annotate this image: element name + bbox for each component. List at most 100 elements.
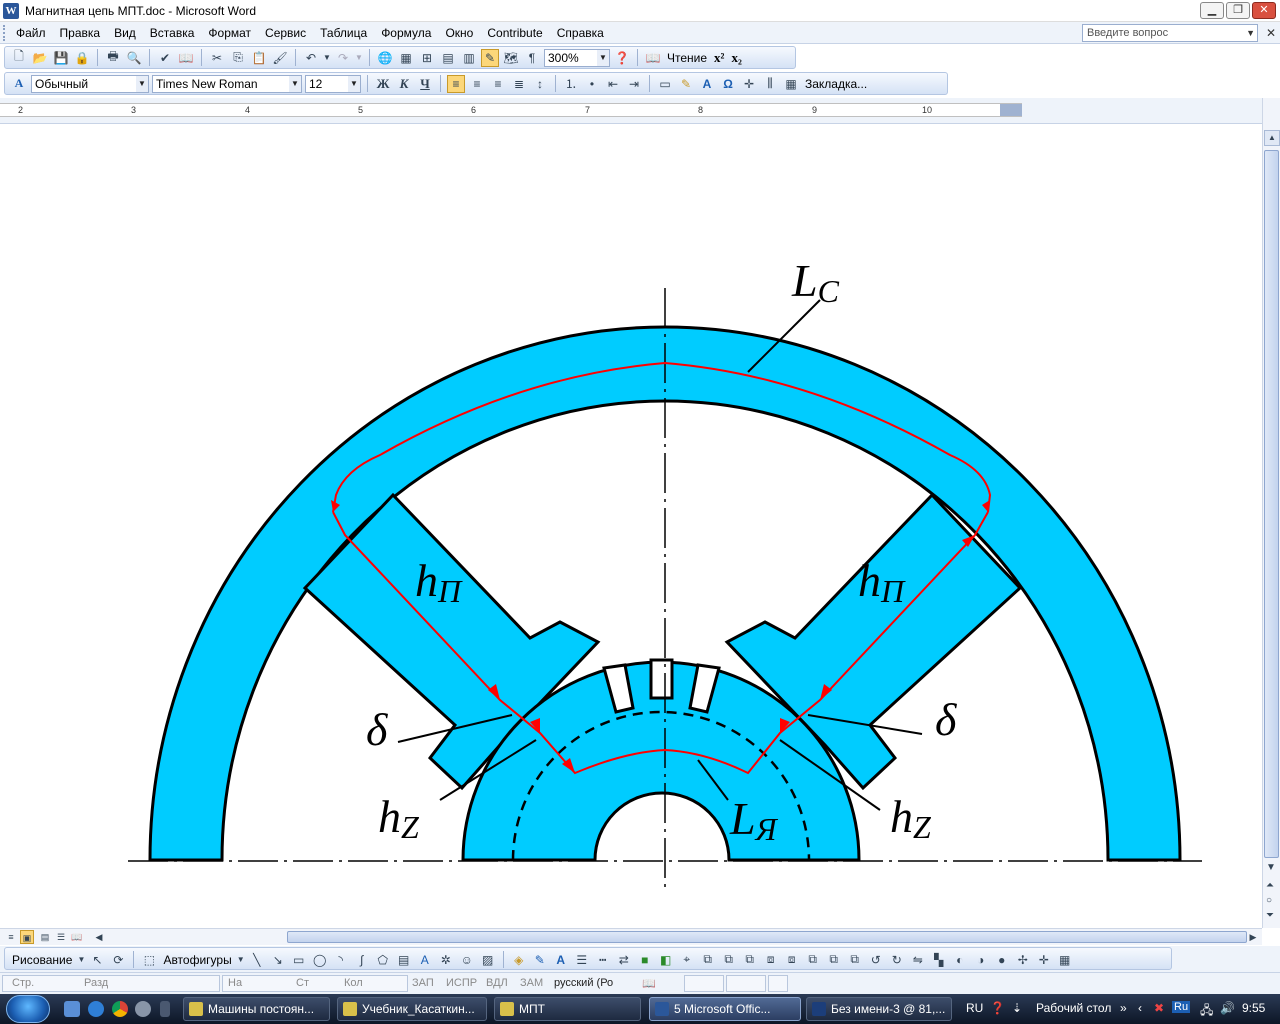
status-ext[interactable]: ВДЛ <box>486 977 508 989</box>
task-button[interactable]: 5 Microsoft Offic... <box>649 997 801 1021</box>
italic-button[interactable]: К <box>395 75 413 93</box>
align-center-icon[interactable]: ≡ <box>468 75 486 93</box>
align-icon[interactable]: ⧉ <box>804 951 822 969</box>
print-layout-icon[interactable]: ▤ <box>38 930 52 944</box>
line-style-icon[interactable]: ☰ <box>573 951 591 969</box>
minimize-button[interactable]: ▁ <box>1200 2 1224 19</box>
crosshair-icon[interactable]: ✛ <box>740 75 758 93</box>
bookmark-button[interactable]: Закладка... <box>803 77 869 91</box>
subscript-button[interactable]: x₂ <box>729 50 743 66</box>
zoom-select[interactable]: 300% ▼ <box>544 48 610 67</box>
status-trk[interactable]: ИСПР <box>446 977 477 989</box>
bold-button[interactable]: Ж <box>374 75 392 93</box>
arrow-icon[interactable]: ↘ <box>269 951 287 969</box>
menu-view[interactable]: Вид <box>107 22 143 44</box>
align-right-icon[interactable]: ≡ <box>489 75 507 93</box>
security-tray-icon[interactable]: ✖ <box>1154 1001 1164 1015</box>
print-preview-icon[interactable]: 🔍 <box>125 49 143 67</box>
font-color-icon[interactable]: A <box>552 951 570 969</box>
help-search-input[interactable]: Введите вопрос ▼ <box>1082 24 1258 42</box>
regroup-icon[interactable]: ⧉ <box>741 951 759 969</box>
clock[interactable]: 9:55 <box>1242 1001 1265 1015</box>
menu-insert[interactable]: Вставка <box>143 22 202 44</box>
open-folder-icon[interactable]: 📂 <box>31 49 49 67</box>
style-select[interactable]: Обычный ▼ <box>31 74 149 93</box>
cut-icon[interactable]: ✂ <box>208 49 226 67</box>
font-select[interactable]: Times New Roman ▼ <box>152 74 302 93</box>
tables-borders-icon[interactable]: ▦ <box>397 49 415 67</box>
picture-icon[interactable]: ▨ <box>479 951 497 969</box>
group-icon[interactable]: ⧉ <box>699 951 717 969</box>
dropdown-arrow-icon[interactable]: ▼ <box>237 951 245 969</box>
autoshapes-button[interactable]: Автофигуры <box>161 953 233 967</box>
bring-forward-icon[interactable]: ⧈ <box>762 951 780 969</box>
arc-icon[interactable]: ◝ <box>332 951 350 969</box>
horizontal-scrollbar[interactable]: ≡ ▣ ▤ ☰ 📖 ◀ ▶ <box>0 928 1262 945</box>
horizontal-scroll-thumb[interactable] <box>287 931 1247 943</box>
dropdown-arrow-icon[interactable]: ▼ <box>597 49 609 66</box>
menu-edit[interactable]: Правка <box>53 22 108 44</box>
scroll-down-icon[interactable]: ▼ <box>1266 862 1276 873</box>
start-button[interactable] <box>6 995 50 1023</box>
save-icon[interactable]: 💾 <box>52 49 70 67</box>
reading-view-icon[interactable]: 📖 <box>70 930 84 944</box>
spelling-status-icon[interactable]: 📖 <box>642 977 656 990</box>
line-color-icon[interactable]: ✎ <box>531 951 549 969</box>
scroll-left-icon[interactable]: ◀ <box>92 930 106 944</box>
toolbar-expand-icon[interactable]: » <box>1120 1001 1127 1015</box>
edit-points-icon[interactable]: ⌖ <box>678 951 696 969</box>
internet-explorer-icon[interactable] <box>88 1001 104 1017</box>
fill-color-icon[interactable]: ◈ <box>510 951 528 969</box>
close-button[interactable]: ✕ <box>1252 2 1276 19</box>
network-tray-icon[interactable]: 🖧 <box>1200 1001 1213 1022</box>
undo-dropdown-icon[interactable]: ▼ <box>323 49 331 67</box>
dropdown-arrow-icon[interactable]: ▼ <box>348 75 360 92</box>
grid-icon[interactable]: ▦ <box>782 75 800 93</box>
text-box-icon[interactable]: ▤ <box>395 951 413 969</box>
border-icon[interactable]: ▭ <box>656 75 674 93</box>
dropdown-arrow-icon[interactable]: ▼ <box>77 951 85 969</box>
menu-contribute[interactable]: Contribute <box>480 22 549 44</box>
crosshair-icon[interactable]: ✛ <box>1035 951 1053 969</box>
print-icon[interactable]: 🖶 <box>104 49 122 67</box>
dash-style-icon[interactable]: ┅ <box>594 951 612 969</box>
vertical-scrollbar[interactable]: ▲ ▼ ⏶ ○ ⏷ <box>1262 98 1280 928</box>
flip-icon[interactable]: ⇋ <box>909 951 927 969</box>
status-rec[interactable]: ЗАП <box>412 977 434 989</box>
desktop-toolbar[interactable]: Рабочий стол <box>1036 1001 1111 1015</box>
select-objects-icon[interactable]: ↖ <box>88 951 106 969</box>
browse-object-icon[interactable]: ○ <box>1266 895 1272 906</box>
status-ovr[interactable]: ЗАМ <box>520 977 543 989</box>
dropdown-arrow-icon[interactable]: ▼ <box>136 75 148 92</box>
scroll-up-icon[interactable]: ▲ <box>1264 130 1280 146</box>
oval-icon[interactable]: ◯ <box>311 951 329 969</box>
bullets-icon[interactable]: • <box>583 75 601 93</box>
decrease-indent-icon[interactable]: ⇤ <box>604 75 622 93</box>
show-desktop-icon[interactable] <box>64 1001 80 1017</box>
document-map-icon[interactable]: 🗺 <box>502 49 520 67</box>
menu-format[interactable]: Формат <box>201 22 258 44</box>
task-button[interactable]: МПТ <box>494 997 641 1021</box>
tray-dropdown-icon[interactable]: ⇣ <box>1012 1001 1022 1015</box>
autoshapes-icon[interactable]: ⬚ <box>140 951 158 969</box>
font-color-icon[interactable]: A <box>698 75 716 93</box>
more-quicklaunch-icon[interactable] <box>160 1001 170 1017</box>
increase-indent-icon[interactable]: ⇥ <box>625 75 643 93</box>
ruler-right-margin[interactable] <box>1000 104 1022 116</box>
rotate-right-icon[interactable]: ↻ <box>888 951 906 969</box>
omega-symbol-icon[interactable]: Ω <box>719 75 737 93</box>
task-button[interactable]: Без имени-3 @ 81,... <box>806 997 952 1021</box>
arrow-style-icon[interactable]: ⇄ <box>615 951 633 969</box>
shape-effects-icon[interactable]: ● <box>993 951 1011 969</box>
freeform-icon[interactable]: ⬠ <box>374 951 392 969</box>
align-left-icon[interactable]: ≡ <box>447 74 465 93</box>
3d-icon[interactable]: ◧ <box>657 951 675 969</box>
rotate-left-icon[interactable]: ↺ <box>867 951 885 969</box>
send-backward-icon[interactable]: ⧈ <box>783 951 801 969</box>
wordart-icon[interactable]: A <box>416 951 434 969</box>
redo-dropdown-icon[interactable]: ▼ <box>355 49 363 67</box>
redo-icon[interactable]: ↷ <box>334 49 352 67</box>
drawing-icon[interactable]: ✎ <box>481 48 499 67</box>
curve-icon[interactable]: ∫ <box>353 951 371 969</box>
drawing-menu-button[interactable]: Рисование <box>10 953 74 967</box>
